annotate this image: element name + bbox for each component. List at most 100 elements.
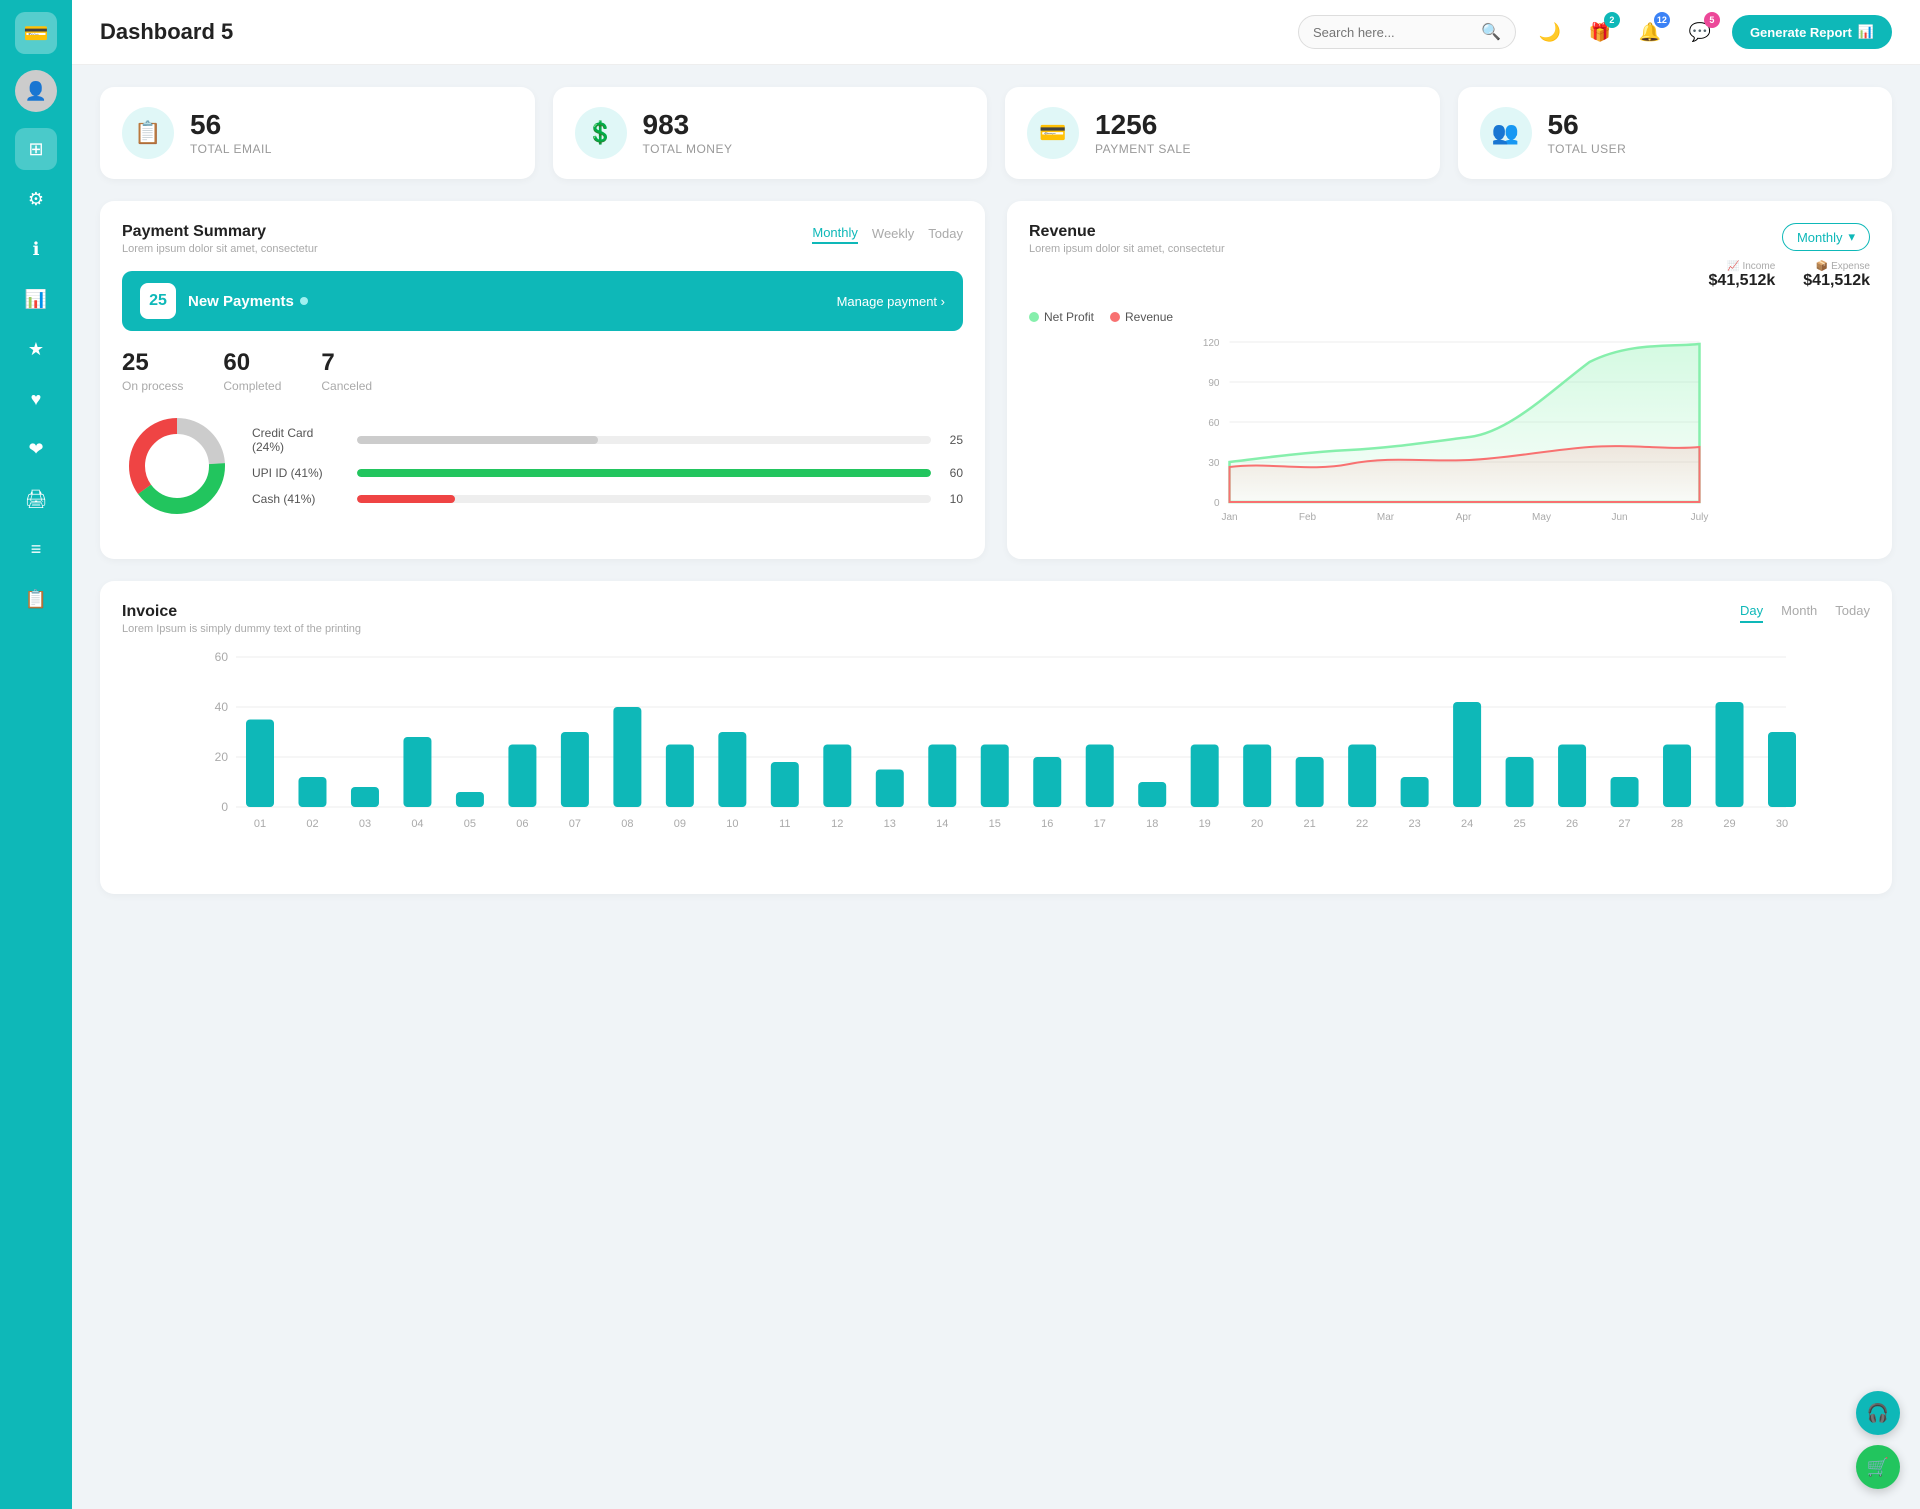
invoice-bar: [718, 732, 746, 807]
itab-day[interactable]: Day: [1740, 603, 1763, 623]
invoice-x-label: 14: [936, 818, 948, 830]
invoice-title: Invoice: [122, 603, 361, 621]
svg-text:0: 0: [1214, 498, 1220, 509]
sidebar-item-heart2[interactable]: ❤: [15, 428, 57, 470]
revenue-header: Revenue Lorem ipsum dolor sit amet, cons…: [1029, 223, 1870, 298]
invoice-bar: [666, 745, 694, 808]
itab-today[interactable]: Today: [1835, 603, 1870, 623]
invoice-bar: [1243, 745, 1271, 808]
sidebar-item-chart[interactable]: 📊: [15, 278, 57, 320]
invoice-bar: [1033, 757, 1061, 807]
invoice-x-label: 21: [1304, 818, 1316, 830]
svg-text:120: 120: [1203, 338, 1220, 349]
tab-monthly[interactable]: Monthly: [812, 223, 858, 244]
svg-text:0: 0: [221, 800, 228, 814]
email-label: TOTAL EMAIL: [190, 142, 272, 156]
cart-button[interactable]: 🛒: [1856, 1445, 1900, 1489]
sidebar-logo[interactable]: 💳: [15, 12, 57, 54]
stat-card-payment: 💳 1256 PAYMENT SALE: [1005, 87, 1440, 179]
revenue-title: Revenue: [1029, 223, 1225, 241]
sidebar-item-print[interactable]: 🖨: [15, 478, 57, 520]
stat-completed: 60 Completed: [223, 349, 281, 393]
stat-card-money: 💲 983 TOTAL MONEY: [553, 87, 988, 179]
stat-card-email: 📋 56 TOTAL EMAIL: [100, 87, 535, 179]
payment-summary-titles: Payment Summary Lorem ipsum dolor sit am…: [122, 223, 318, 255]
invoice-bars-group: [246, 702, 1796, 807]
bar-upi: UPI ID (41%) 60: [252, 466, 963, 480]
invoice-x-label: 25: [1513, 818, 1525, 830]
svg-text:May: May: [1532, 512, 1551, 523]
invoice-x-label: 03: [359, 818, 371, 830]
user-info: 56 TOTAL USER: [1548, 110, 1627, 157]
revenue-chart: 120 90 60 30 0: [1029, 332, 1870, 532]
theme-toggle[interactable]: 🌙: [1532, 14, 1568, 50]
invoice-x-label: 02: [306, 818, 318, 830]
invoice-bar: [1138, 782, 1166, 807]
invoice-bar: [771, 762, 799, 807]
avatar[interactable]: 👤: [15, 70, 57, 112]
gift-button[interactable]: 🎁 2: [1582, 14, 1618, 50]
chart-icon: 📊: [1858, 24, 1874, 40]
invoice-x-label: 30: [1776, 818, 1788, 830]
sidebar-item-menu[interactable]: ≡: [15, 528, 57, 570]
invoice-bar: [613, 707, 641, 807]
payment-label: PAYMENT SALE: [1095, 142, 1191, 156]
sidebar-item-info[interactable]: ℹ: [15, 228, 57, 270]
invoice-bar: [561, 732, 589, 807]
expense-item: 📦 Expense $41,512k: [1803, 261, 1870, 290]
search-box[interactable]: 🔍: [1298, 15, 1516, 49]
invoice-card: Invoice Lorem Ipsum is simply dummy text…: [100, 581, 1892, 894]
invoice-x-label: 15: [989, 818, 1001, 830]
invoice-x-label: 27: [1618, 818, 1630, 830]
svg-text:July: July: [1691, 512, 1709, 523]
email-info: 56 TOTAL EMAIL: [190, 110, 272, 157]
payment-summary-title: Payment Summary: [122, 223, 318, 241]
tab-weekly[interactable]: Weekly: [872, 223, 914, 244]
money-icon: 💲: [575, 107, 627, 159]
manage-payment-link[interactable]: Manage payment ›: [837, 294, 945, 309]
invoice-titles: Invoice Lorem Ipsum is simply dummy text…: [122, 603, 361, 635]
invoice-x-label: 13: [884, 818, 896, 830]
stat-canceled: 7 Canceled: [321, 349, 372, 393]
revenue-right: Monthly ▾ 📈 Income $41,512k 📦 Expense $4…: [1709, 223, 1870, 298]
svg-text:40: 40: [215, 700, 229, 714]
sidebar-item-settings[interactable]: ⚙: [15, 178, 57, 220]
search-input[interactable]: [1313, 25, 1473, 40]
payment-number: 1256: [1095, 110, 1191, 141]
invoice-bar: [508, 745, 536, 808]
payment-tab-group: Monthly Weekly Today: [812, 223, 963, 244]
sidebar-item-star[interactable]: ★: [15, 328, 57, 370]
invoice-x-label: 29: [1723, 818, 1735, 830]
sidebar-item-dashboard[interactable]: ⊞: [15, 128, 57, 170]
bar-cash: Cash (41%) 10: [252, 492, 963, 506]
itab-month[interactable]: Month: [1781, 603, 1817, 623]
support-button[interactable]: 🎧: [1856, 1391, 1900, 1435]
stat-on-process: 25 On process: [122, 349, 183, 393]
invoice-subtitle: Lorem Ipsum is simply dummy text of the …: [122, 623, 361, 635]
invoice-bar: [1348, 745, 1376, 808]
invoice-bar: [246, 720, 274, 808]
gift-badge: 2: [1604, 12, 1620, 28]
payment-info: 1256 PAYMENT SALE: [1095, 110, 1191, 157]
revenue-period-label: Monthly: [1797, 230, 1843, 245]
bell-button[interactable]: 🔔 12: [1632, 14, 1668, 50]
invoice-bar: [298, 777, 326, 807]
bell-badge: 12: [1654, 12, 1670, 28]
svg-text:Mar: Mar: [1377, 512, 1395, 523]
svg-text:Jun: Jun: [1611, 512, 1627, 523]
sidebar-item-heart1[interactable]: ♥: [15, 378, 57, 420]
invoice-x-label: 28: [1671, 818, 1683, 830]
sidebar-item-list[interactable]: 📋: [15, 578, 57, 620]
page-title: Dashboard 5: [100, 19, 1282, 45]
payment-summary-header: Payment Summary Lorem ipsum dolor sit am…: [122, 223, 963, 255]
invoice-x-label: 24: [1461, 818, 1473, 830]
invoice-x-label: 17: [1094, 818, 1106, 830]
email-icon: 📋: [122, 107, 174, 159]
revenue-period-select[interactable]: Monthly ▾: [1782, 223, 1870, 251]
chat-button[interactable]: 💬 5: [1682, 14, 1718, 50]
invoice-x-label: 08: [621, 818, 633, 830]
invoice-bar: [1506, 757, 1534, 807]
revenue-card: Revenue Lorem ipsum dolor sit amet, cons…: [1007, 201, 1892, 559]
tab-today[interactable]: Today: [928, 223, 963, 244]
generate-report-button[interactable]: Generate Report 📊: [1732, 15, 1892, 49]
